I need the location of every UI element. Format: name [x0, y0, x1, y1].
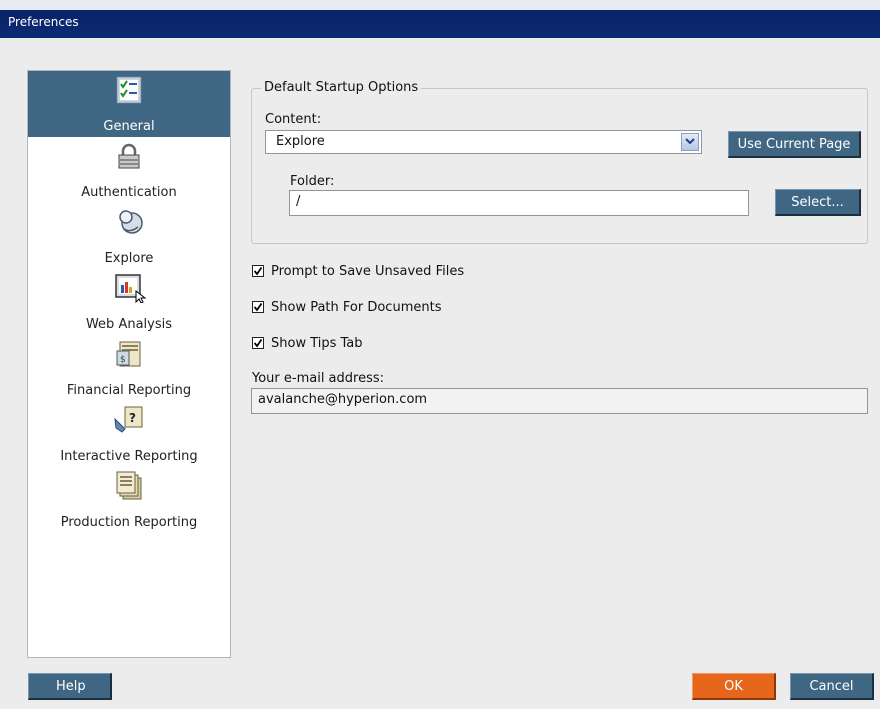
preferences-nav: General Authentication Explore Web Analy…: [27, 70, 231, 658]
checklist-icon: [112, 75, 146, 105]
chart-cursor-icon: [112, 273, 147, 304]
nav-item-web-analysis[interactable]: Web Analysis: [28, 269, 230, 335]
svg-text:?: ?: [129, 411, 136, 425]
title-bar: Preferences: [0, 0, 880, 38]
nav-item-label: Web Analysis: [85, 317, 173, 332]
nav-item-general[interactable]: General: [28, 71, 230, 137]
ok-button[interactable]: OK: [692, 673, 776, 700]
content-select-value: Explore: [276, 134, 325, 149]
window-title: Preferences: [8, 15, 79, 29]
startup-options-legend: Default Startup Options: [261, 80, 422, 95]
content-label: Content:: [265, 112, 322, 127]
checkbox-label: Show Path For Documents: [271, 299, 442, 315]
checkbox-checked[interactable]: [252, 265, 264, 277]
nav-item-label: Authentication: [81, 185, 177, 200]
email-label: Your e-mail address:: [252, 371, 385, 386]
nav-item-label: Production Reporting: [60, 515, 198, 530]
show-path-checkbox[interactable]: Show Path For Documents: [252, 298, 441, 316]
prompt-save-checkbox[interactable]: Prompt to Save Unsaved Files: [252, 262, 464, 280]
help-button[interactable]: Help: [28, 673, 112, 700]
folder-field[interactable]: /: [289, 190, 749, 216]
nav-item-interactive-reporting[interactable]: ? Interactive Reporting: [28, 401, 230, 467]
nav-item-explore[interactable]: Explore: [28, 203, 230, 269]
checkbox-checked[interactable]: [252, 301, 264, 313]
financial-report-icon: $: [112, 339, 146, 369]
nav-item-label: Interactive Reporting: [60, 449, 198, 464]
use-current-page-button[interactable]: Use Current Page: [728, 131, 861, 158]
content-select[interactable]: Explore: [265, 130, 702, 154]
svg-text:$: $: [120, 355, 126, 365]
nav-item-financial-reporting[interactable]: $ Financial Reporting: [28, 335, 230, 401]
interactive-report-icon: ?: [112, 405, 146, 435]
explore-icon: [112, 207, 146, 237]
nav-item-label: Explore: [104, 251, 154, 266]
chevron-down-icon[interactable]: [681, 133, 699, 151]
email-field[interactable]: avalanche@hyperion.com: [251, 388, 868, 414]
checkbox-checked[interactable]: [252, 337, 264, 349]
select-folder-button[interactable]: Select...: [775, 189, 861, 216]
nav-item-label: Financial Reporting: [66, 383, 192, 398]
startup-options-group: [251, 88, 868, 244]
show-tips-checkbox[interactable]: Show Tips Tab: [252, 334, 363, 352]
nav-item-label: General: [103, 119, 155, 134]
production-report-icon: [112, 471, 146, 501]
nav-item-authentication[interactable]: Authentication: [28, 137, 230, 203]
checkbox-label: Prompt to Save Unsaved Files: [271, 263, 465, 279]
checkbox-label: Show Tips Tab: [271, 335, 363, 351]
cancel-button[interactable]: Cancel: [790, 673, 874, 700]
lock-icon: [112, 141, 146, 171]
folder-label: Folder:: [290, 174, 335, 189]
nav-item-production-reporting[interactable]: Production Reporting: [28, 467, 230, 533]
